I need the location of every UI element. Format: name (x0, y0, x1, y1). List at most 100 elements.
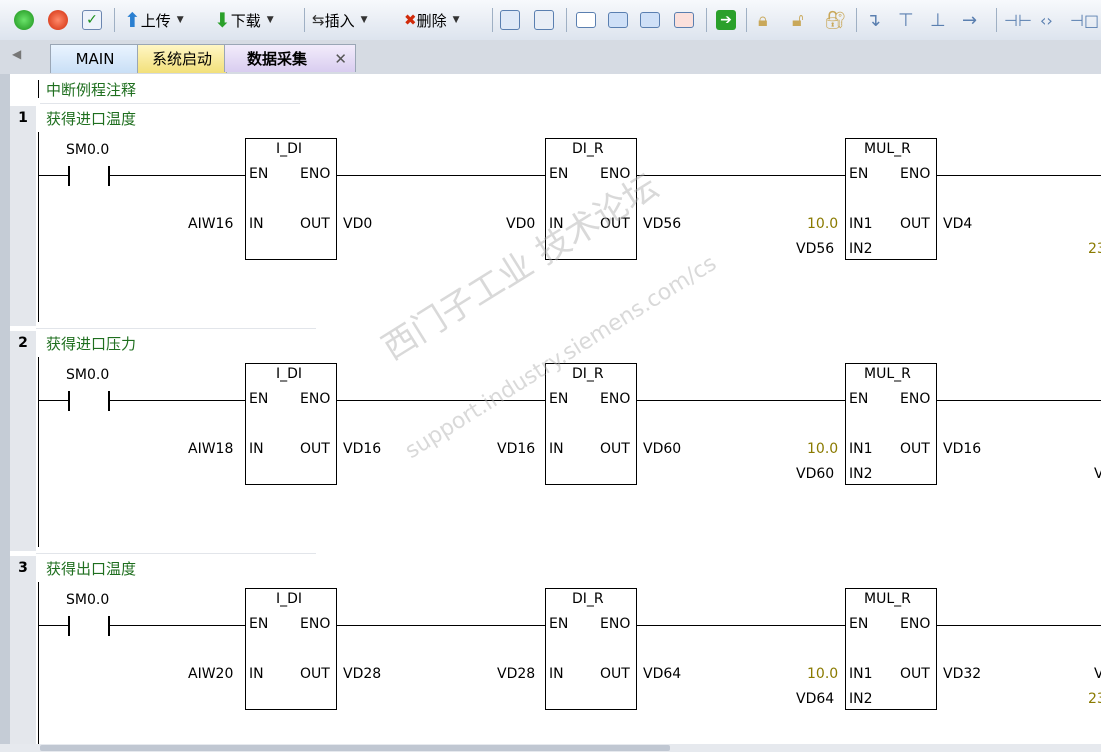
wire (937, 400, 1101, 401)
wire (937, 625, 1101, 626)
tab-data-acquisition-label: 数据采集 (247, 50, 308, 68)
operand-in[interactable]: AIW18 (188, 441, 233, 457)
download-button[interactable]: ⬇ 下载 ▼ (214, 6, 274, 34)
next-button[interactable] (640, 6, 660, 34)
operand-in[interactable]: VD28 (497, 666, 535, 682)
operand-in1[interactable]: 10.0 (807, 216, 838, 232)
operand-out[interactable]: VD64 (643, 666, 681, 682)
pin-en: EN (549, 616, 569, 632)
tab-scroll-left-icon[interactable]: ◀ (12, 47, 21, 61)
pin-in1: IN1 (849, 441, 873, 457)
contact-button[interactable]: ⊣⊢ (1004, 6, 1032, 34)
prev-button[interactable] (608, 6, 628, 34)
operand-out[interactable]: VD32 (943, 666, 981, 682)
operand-partial-2[interactable]: 23 (1088, 691, 1101, 707)
network-number: 2 (10, 331, 36, 551)
insert-dropdown-icon[interactable]: ▼ (361, 15, 368, 25)
network-view2-icon (534, 10, 554, 30)
operand-out[interactable]: VD60 (643, 441, 681, 457)
pin-out: OUT (600, 441, 630, 457)
operand-out[interactable]: VD0 (343, 216, 372, 232)
pin-eno: ENO (900, 391, 931, 407)
operand-in2[interactable]: VD60 (796, 466, 834, 482)
operand-out[interactable]: VD28 (343, 666, 381, 682)
operand-out[interactable]: VD4 (943, 216, 972, 232)
coil-button[interactable]: ‹› (1040, 6, 1053, 34)
contact-label[interactable]: SM0.0 (66, 592, 109, 608)
operand-partial[interactable]: V (1094, 466, 1101, 482)
contact-right-bar[interactable] (108, 166, 110, 186)
clear-button[interactable] (674, 6, 694, 34)
contact-left-bar[interactable] (68, 616, 70, 636)
delete-dropdown-icon[interactable]: ▼ (453, 15, 460, 25)
box-button[interactable] (576, 6, 596, 34)
unlock-button[interactable]: 🔓︎ (792, 6, 804, 34)
tab-main[interactable]: MAIN (50, 44, 140, 73)
goto-button[interactable]: ➔ (716, 6, 736, 34)
operand-in2[interactable]: VD64 (796, 691, 834, 707)
compile-button[interactable]: ✓ (82, 6, 102, 34)
contact-label[interactable]: SM0.0 (66, 367, 109, 383)
operand-in1[interactable]: 10.0 (807, 666, 838, 682)
network-button-2[interactable] (534, 6, 554, 34)
power-rail (38, 132, 39, 322)
operand-out[interactable]: VD16 (343, 441, 381, 457)
pin-out: OUT (600, 666, 630, 682)
power-rail (38, 582, 39, 744)
line-right-button[interactable]: → (962, 6, 977, 34)
tab-system-start[interactable]: 系统启动 (137, 44, 227, 73)
line-up-button[interactable]: ⊤ (898, 6, 914, 34)
operand-out[interactable]: VD56 (643, 216, 681, 232)
network-button-1[interactable] (500, 6, 520, 34)
pin-eno: ENO (900, 166, 931, 182)
contact-left-bar[interactable] (68, 166, 70, 186)
operand-in[interactable]: AIW20 (188, 666, 233, 682)
block-title: DI_R (572, 366, 604, 382)
pin-en: EN (549, 166, 569, 182)
tab-close-icon[interactable]: ✕ (334, 45, 347, 73)
contact-label[interactable]: SM0.0 (66, 142, 109, 158)
routine-comment[interactable]: 中断例程注释 (46, 79, 136, 100)
delete-icon: ✖ (404, 11, 417, 29)
lock-icon: 🔒︎ (758, 9, 768, 31)
run-button[interactable] (14, 6, 34, 34)
download-dropdown-icon[interactable]: ▼ (267, 15, 274, 25)
operand-in1[interactable]: 10.0 (807, 441, 838, 457)
line-down-button[interactable]: ↴ (866, 6, 881, 34)
pin-out: OUT (900, 216, 930, 232)
upload-dropdown-icon[interactable]: ▼ (177, 15, 184, 25)
contact-right-bar[interactable] (108, 616, 110, 636)
operand-partial[interactable]: V (1094, 666, 1101, 682)
pin-en: EN (849, 616, 869, 632)
pin-in: IN (249, 441, 264, 457)
line-right-icon: → (962, 9, 978, 31)
network-comment[interactable]: 获得进口压力 (46, 333, 136, 354)
network-number: 1 (10, 106, 36, 326)
pin-in: IN (249, 666, 264, 682)
stop-button[interactable] (48, 6, 68, 34)
upload-label: 上传 (140, 11, 171, 30)
operand-in2[interactable]: VD56 (796, 241, 834, 257)
insert-button[interactable]: ⇆ 插入 ▼ (312, 6, 368, 34)
contact-right-bar[interactable] (108, 391, 110, 411)
comment-divider (40, 103, 300, 104)
operand-partial[interactable]: 23 (1088, 241, 1101, 257)
network-comment[interactable]: 获得出口温度 (46, 558, 136, 579)
contact-left-bar[interactable] (68, 391, 70, 411)
tab-data-acquisition[interactable]: 数据采集 ✕ (224, 44, 356, 72)
operand-in[interactable]: AIW16 (188, 216, 233, 232)
lock-button[interactable]: 🔒︎ (758, 6, 768, 34)
operand-in[interactable]: VD16 (497, 441, 535, 457)
box-insert-button[interactable]: ⊣□ (1070, 6, 1099, 34)
network-comment[interactable]: 获得进口温度 (46, 108, 136, 129)
pin-en: EN (249, 391, 269, 407)
block-title: I_DI (276, 366, 303, 382)
line-down-icon: ↴ (866, 9, 882, 31)
line-left-button[interactable]: ⊥ (930, 6, 946, 34)
lock-add-button[interactable]: 🔐︎ (824, 6, 847, 34)
power-rail (38, 357, 39, 547)
scrollbar-thumb[interactable] (40, 745, 670, 751)
delete-button[interactable]: ✖ 删除 ▼ (404, 6, 460, 34)
upload-button[interactable]: ⬆ 上传 ▼ (124, 6, 184, 34)
operand-out[interactable]: VD16 (943, 441, 981, 457)
